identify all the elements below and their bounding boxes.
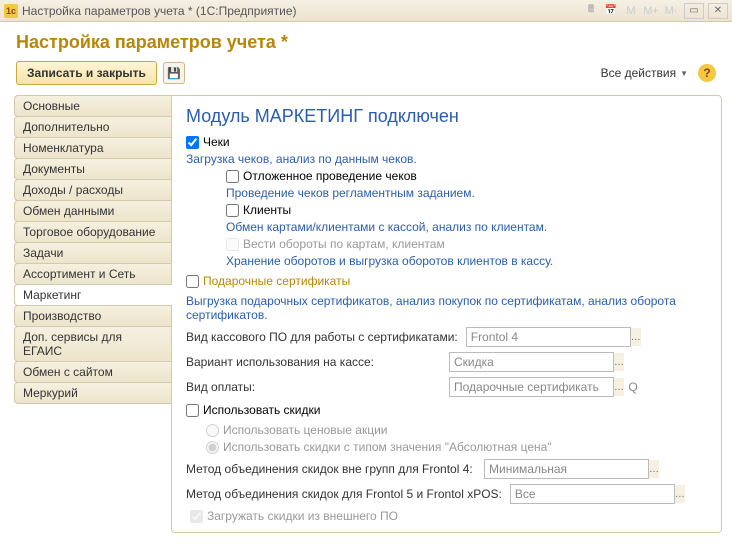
toolbar: Записать и закрыть 💾 Все действия ▼ ? [0, 61, 732, 95]
method-frontol5-row: Метод объединения скидок для Frontol 5 и… [186, 484, 707, 504]
method-outside-row: Метод объединения скидок вне групп для F… [186, 459, 707, 479]
deferred-row: Отложенное проведение чеков [226, 169, 707, 183]
checks-label: Чеки [203, 135, 230, 149]
gift-checkbox[interactable] [186, 275, 199, 288]
radio-abs-row: Использовать скидки с типом значения "Аб… [206, 440, 707, 454]
turnover-row: Вести обороты по картам, клиентам [226, 237, 707, 251]
gift-desc-link[interactable]: Выгрузка подарочных сертификатов, анализ… [186, 294, 707, 322]
minimize-button[interactable]: ▭ [684, 3, 704, 19]
save-icon-button[interactable]: 💾 [163, 62, 185, 84]
window-title: Настройка параметров учета * (1С:Предпри… [22, 4, 582, 18]
kasso-ellipsis-button[interactable]: … [630, 328, 641, 346]
load-external-label: Загружать скидки из внешнего ПО [207, 509, 398, 523]
method-outside-ellipsis-button[interactable]: … [648, 460, 659, 478]
sidebar-tab[interactable]: Доходы / расходы [14, 179, 172, 201]
close-button[interactable]: ✕ [708, 3, 728, 19]
method-frontol5-input-box: … [510, 484, 675, 504]
payment-input-box: … [449, 377, 614, 397]
titlebar: 1c Настройка параметров учета * (1С:Пред… [0, 0, 732, 22]
method-outside-input-box: … [484, 459, 649, 479]
sidebar: ОсновныеДополнительноНоменклатураДокумен… [14, 95, 172, 533]
calc-icon[interactable]: 🖩 [582, 3, 600, 19]
clients-checkbox[interactable] [226, 204, 239, 217]
turnover-label: Вести обороты по картам, клиентам [243, 237, 445, 251]
radio-abs [206, 441, 219, 454]
sidebar-tab[interactable]: Маркетинг [14, 284, 172, 306]
clients-row: Клиенты [226, 203, 707, 217]
variant-input[interactable] [450, 355, 613, 369]
turnover-link[interactable]: Хранение оборотов и выгрузка оборотов кл… [226, 254, 707, 268]
payment-label: Вид оплаты: [186, 380, 441, 394]
save-and-close-button[interactable]: Записать и закрыть [16, 61, 157, 85]
calendar-icon[interactable]: 📅 [602, 3, 620, 19]
gift-label: Подарочные сертификаты [203, 274, 350, 288]
deferred-label: Отложенное проведение чеков [243, 169, 417, 183]
all-actions-link[interactable]: Все действия [601, 66, 676, 80]
help-icon[interactable]: ? [698, 64, 716, 82]
main-panel: Модуль МАРКЕТИНГ подключен Чеки Загрузка… [171, 95, 722, 533]
variant-input-box: … [449, 352, 614, 372]
use-discounts-label: Использовать скидки [203, 403, 320, 417]
turnover-checkbox [226, 238, 239, 251]
radio-price-row: Использовать ценовые акции [206, 423, 707, 437]
load-external-row: Загружать скидки из внешнего ПО [190, 509, 707, 523]
load-external-checkbox [190, 510, 203, 523]
payment-row: Вид оплаты: … Q [186, 377, 707, 397]
sidebar-tab[interactable]: Номенклатура [14, 137, 172, 159]
deferred-link[interactable]: Проведение чеков регламентным заданием. [226, 186, 707, 200]
payment-clear-button[interactable]: Q [624, 378, 642, 396]
clients-link[interactable]: Обмен картами/клиентами с кассой, анализ… [226, 220, 707, 234]
sidebar-tab[interactable]: Документы [14, 158, 172, 180]
checks-checkbox[interactable] [186, 136, 199, 149]
sidebar-tab[interactable]: Доп. сервисы для ЕГАИС [14, 326, 172, 362]
checks-desc-link[interactable]: Загрузка чеков, анализ по данным чеков. [186, 152, 707, 166]
radio-price [206, 424, 219, 437]
payment-ellipsis-button[interactable]: … [613, 378, 624, 396]
sidebar-tab[interactable]: Производство [14, 305, 172, 327]
page-title: Настройка параметров учета * [16, 32, 716, 53]
method-frontol5-label: Метод объединения скидок для Frontol 5 и… [186, 487, 502, 501]
chevron-down-icon[interactable]: ▼ [680, 69, 688, 78]
method-outside-input[interactable] [485, 462, 648, 476]
sidebar-tab[interactable]: Дополнительно [14, 116, 172, 138]
variant-ellipsis-button[interactable]: … [613, 353, 624, 371]
sidebar-tab[interactable]: Ассортимент и Сеть [14, 263, 172, 285]
use-discounts-row: Использовать скидки [186, 403, 707, 417]
radio-price-label: Использовать ценовые акции [223, 423, 387, 437]
kasso-label: Вид кассового ПО для работы с сертификат… [186, 330, 458, 344]
radio-abs-label: Использовать скидки с типом значения "Аб… [223, 440, 552, 454]
app-icon: 1c [4, 4, 18, 18]
method-frontol5-ellipsis-button[interactable]: … [674, 485, 685, 503]
deferred-checkbox[interactable] [226, 170, 239, 183]
sidebar-tab[interactable]: Меркурий [14, 382, 172, 404]
sidebar-tab[interactable]: Основные [14, 95, 172, 117]
m-plus-button[interactable]: M+ [642, 3, 660, 19]
kasso-input[interactable] [467, 330, 630, 344]
checks-checkbox-row: Чеки [186, 135, 707, 149]
variant-row: Вариант использования на кассе: … [186, 352, 707, 372]
use-discounts-checkbox[interactable] [186, 404, 199, 417]
sidebar-tab[interactable]: Задачи [14, 242, 172, 264]
m-button[interactable]: M [622, 3, 640, 19]
module-title: Модуль МАРКЕТИНГ подключен [186, 106, 707, 127]
kasso-row: Вид кассового ПО для работы с сертификат… [186, 327, 707, 347]
variant-label: Вариант использования на кассе: [186, 355, 441, 369]
kasso-input-box: … [466, 327, 631, 347]
sidebar-tab[interactable]: Торговое оборудование [14, 221, 172, 243]
clients-label: Клиенты [243, 203, 291, 217]
header: Настройка параметров учета * [0, 22, 732, 61]
method-outside-label: Метод объединения скидок вне групп для F… [186, 462, 476, 476]
payment-input[interactable] [450, 380, 613, 394]
sidebar-tab[interactable]: Обмен данными [14, 200, 172, 222]
m-minus-button[interactable]: M- [662, 3, 680, 19]
sidebar-tab[interactable]: Обмен с сайтом [14, 361, 172, 383]
method-frontol5-input[interactable] [511, 487, 674, 501]
gift-row: Подарочные сертификаты [186, 274, 707, 288]
